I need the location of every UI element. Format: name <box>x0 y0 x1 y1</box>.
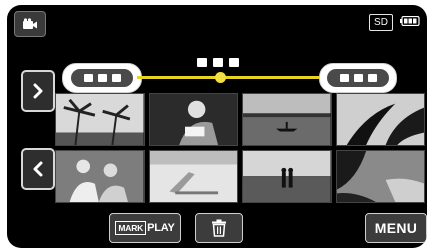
thumb-beach-people[interactable] <box>55 150 145 203</box>
date-placeholder-icon <box>71 69 133 87</box>
date-slider-track[interactable] <box>137 72 323 83</box>
current-date-label <box>197 58 239 67</box>
storage-badge: SD <box>369 14 393 31</box>
date-placeholder-icon <box>213 58 223 67</box>
date-placeholder-icon <box>327 69 389 87</box>
mark-play-button[interactable]: MARK PLAY <box>109 213 181 243</box>
thumb-woman-reading[interactable] <box>148 93 238 146</box>
date-placeholder-icon <box>197 58 207 67</box>
thumb-palm-trees[interactable] <box>55 93 145 146</box>
thumb-coast-rocks[interactable] <box>335 150 425 203</box>
mark-text: MARK <box>115 221 147 235</box>
camera-screen: SD MARK PLAY MENU <box>7 5 427 248</box>
camera-mode-button[interactable] <box>14 11 46 37</box>
previous-page-button[interactable] <box>21 148 55 190</box>
battery-icon <box>400 16 420 26</box>
thumb-palm-leaves[interactable] <box>335 93 425 146</box>
thumb-lake-boat[interactable] <box>242 93 332 146</box>
mark-play-label: MARK PLAY <box>115 221 175 235</box>
start-date-button[interactable] <box>62 63 142 93</box>
thumbnail-grid <box>55 93 425 203</box>
thumb-couple-beach[interactable] <box>242 150 332 203</box>
end-date-button[interactable] <box>319 63 397 93</box>
date-slider-knob[interactable] <box>215 72 227 83</box>
trash-icon <box>212 219 226 237</box>
date-placeholder-icon <box>229 58 239 67</box>
chevron-left-icon <box>33 161 43 177</box>
menu-button[interactable]: MENU <box>365 213 427 243</box>
delete-button[interactable] <box>195 213 243 243</box>
play-text: PLAY <box>147 222 175 234</box>
thumb-beach-chair[interactable] <box>148 150 238 203</box>
next-page-button[interactable] <box>21 70 55 112</box>
video-camera-icon <box>23 18 37 29</box>
chevron-right-icon <box>33 83 43 99</box>
